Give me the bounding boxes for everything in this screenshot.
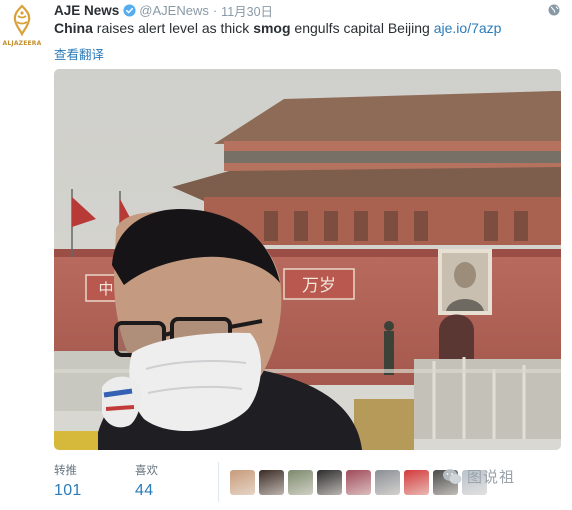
retweets-count: 101 [54, 482, 82, 499]
favorites-label: 喜欢 [135, 465, 158, 477]
tweet-text-segment: smog [253, 20, 291, 36]
retweets-stat[interactable]: 转推 101 [54, 462, 82, 500]
aljazeera-logo-icon [13, 4, 31, 37]
retweets-label: 转推 [54, 465, 77, 477]
tweet-text: China raises alert level as thick smog e… [54, 20, 501, 37]
favoriter-avatar-4[interactable] [317, 470, 342, 495]
favorites-stat[interactable]: 喜欢 44 [135, 462, 158, 500]
watermark: 图说祖 [442, 466, 515, 487]
favoriter-avatar-2[interactable] [259, 470, 284, 495]
tweet-text-segment: raises alert level as thick [92, 20, 254, 36]
translate-link[interactable]: 查看翻译 [54, 44, 104, 63]
tweet-timestamp[interactable]: 11月30日 [221, 1, 273, 20]
tweet-text-segment: engulfs capital Beijing [290, 20, 434, 36]
favoriter-avatar-3[interactable] [288, 470, 313, 495]
watermark-text: 图说祖 [467, 468, 516, 486]
tweet-text-segment: China [54, 20, 93, 36]
account-name[interactable]: AJE News [54, 3, 119, 18]
wechat-icon [443, 468, 462, 484]
favoriter-avatar-5[interactable] [346, 470, 371, 495]
separator-dot: · [212, 2, 218, 18]
banner-left-text: 中 [98, 280, 113, 298]
favorites-count: 44 [135, 482, 154, 499]
favoriter-avatar-1[interactable] [230, 470, 255, 495]
account-avatar[interactable]: ALJAZEERA [2, 4, 42, 50]
avatar-brand-text: ALJAZEERA [2, 40, 42, 47]
stats-divider [218, 462, 219, 502]
tiananmen-smog-photo: 中 万岁 [54, 69, 561, 450]
globe-icon[interactable] [548, 4, 560, 16]
favoriter-avatar-7[interactable] [404, 470, 429, 495]
tweet-link[interactable]: aje.io/7azp [434, 20, 502, 36]
banner-right-text: 万岁 [302, 276, 336, 296]
account-handle[interactable]: @AJENews [139, 3, 209, 18]
tweet-header: AJE News @AJENews · 11月30日 [54, 1, 273, 19]
favoriter-avatar-6[interactable] [375, 470, 400, 495]
verified-badge-icon [123, 3, 136, 17]
tweet-photo[interactable]: 中 万岁 [54, 69, 561, 450]
